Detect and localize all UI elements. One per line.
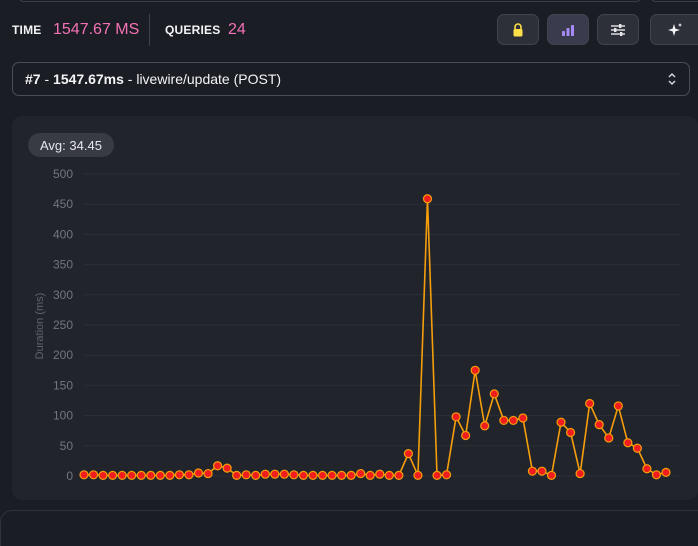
request-number: #7 xyxy=(25,71,41,87)
request-separator-1: - xyxy=(40,71,54,87)
queries-value: 24 xyxy=(228,21,246,38)
queries-label: QUERIES xyxy=(165,23,221,37)
chevron-up-down-icon xyxy=(668,72,676,86)
bottom-panel-edge xyxy=(0,510,698,546)
lock-button[interactable] xyxy=(497,14,539,45)
average-badge: Avg: 34.45 xyxy=(28,133,114,157)
average-label: Avg: 34.45 xyxy=(40,137,102,153)
top-frame xyxy=(18,0,642,2)
request-route: livewire/update (POST) xyxy=(136,71,282,87)
bar-chart-icon xyxy=(562,24,574,36)
stats-bar: TIME 1547.67 MS QUERIES 24 xyxy=(0,12,698,48)
sparkles-icon xyxy=(667,22,682,36)
request-select[interactable]: #7 - 1547.67ms - livewire/update (POST) xyxy=(12,62,690,96)
lock-icon xyxy=(513,22,523,36)
top-frame-right xyxy=(650,0,698,2)
request-duration: 1547.67ms xyxy=(53,71,124,87)
request-separator-2: - xyxy=(123,71,137,87)
time-label: TIME xyxy=(12,23,42,37)
stats-divider xyxy=(149,14,150,46)
time-value: 1547.67 MS xyxy=(53,21,140,38)
filters-button[interactable] xyxy=(597,14,639,45)
chart-panel xyxy=(12,116,698,500)
sliders-icon xyxy=(611,23,625,36)
chart-button[interactable] xyxy=(547,14,589,45)
sparkles-button[interactable] xyxy=(650,14,698,45)
